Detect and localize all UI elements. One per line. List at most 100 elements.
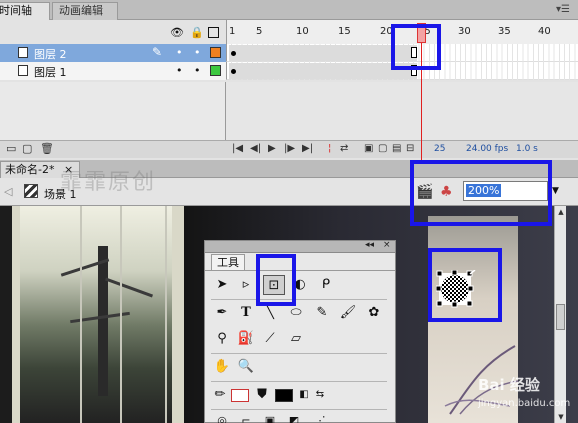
bone-tool-icon[interactable]: ⚲ <box>211 329 233 349</box>
layer-icon <box>18 47 28 58</box>
eraser-tool-icon[interactable]: ▱ <box>285 329 307 349</box>
visibility-dot[interactable]: • <box>176 46 183 59</box>
layer-row-1[interactable]: 图层 1 • • <box>0 62 226 80</box>
divider <box>211 299 387 300</box>
layer-row-2[interactable]: 图层 2 ✎ • • <box>0 44 226 62</box>
tab-motion-editor[interactable]: 动画编辑器 <box>52 2 118 33</box>
end-frame-marker[interactable] <box>411 47 417 58</box>
brush-tool-icon[interactable]: 🖌 <box>337 303 359 323</box>
eyedropper-tool-icon[interactable]: ⟋ <box>259 329 281 349</box>
document-tab-label: 未命名-2* <box>5 163 55 176</box>
zoom-value: 200% <box>466 184 502 197</box>
window-frame-line <box>80 206 82 423</box>
last-frame-button[interactable]: ▶| <box>302 143 313 154</box>
lock-dot[interactable]: • <box>194 46 201 59</box>
pen-tool-icon[interactable]: ✒ <box>211 303 233 323</box>
subselection-tool-icon[interactable]: ▹ <box>235 275 257 295</box>
visibility-dot[interactable]: • <box>176 64 183 77</box>
next-frame-button[interactable]: |▶ <box>284 143 295 154</box>
layer-name[interactable]: 图层 1 <box>34 64 67 80</box>
tools-panel: ◂◂ × 工具 ➤ ▹ ⊡ ◐ ᑭ ✒ T ╲ ⬭ ✎ 🖌 ✿ ⚲ ⛽ ⟋ ▱ … <box>204 240 396 423</box>
oval-tool-icon[interactable]: ⬭ <box>285 303 307 323</box>
layer-name[interactable]: 图层 2 <box>34 46 67 62</box>
layer-outline-color[interactable] <box>210 47 221 58</box>
selected-object[interactable] <box>436 270 476 308</box>
ruler-number: 35 <box>498 26 511 37</box>
onion-skin-icon[interactable]: ▣ <box>364 143 373 154</box>
text-tool-icon[interactable]: T <box>235 303 257 323</box>
pencil-icon: ✎ <box>152 45 163 59</box>
end-frame-marker[interactable] <box>411 65 417 76</box>
divider <box>211 409 387 410</box>
collapse-icon[interactable]: ◂◂ <box>365 240 374 250</box>
pencil-tool-icon[interactable]: ✎ <box>311 303 333 323</box>
scroll-down-icon[interactable]: ▼ <box>556 411 566 423</box>
tree-branch <box>104 277 154 298</box>
lock-icon[interactable]: 🔒 <box>190 26 204 39</box>
edit-bar: ◁ 场景 1 霏霏原创 🎬 ♣ 200% ▼ <box>0 170 578 206</box>
layer-1-frames[interactable] <box>226 62 578 80</box>
trash-icon[interactable]: 🗑 <box>40 142 54 155</box>
eye-icon[interactable]: 👁 <box>170 26 184 39</box>
keyframe-dot[interactable] <box>231 51 236 56</box>
deco-tool-icon[interactable]: ✿ <box>363 303 385 323</box>
scroll-up-icon[interactable]: ▲ <box>556 206 566 218</box>
frame-ruler[interactable]: 1 5 10 15 20 25 30 35 40 <box>226 20 578 44</box>
scrollbar-thumb[interactable] <box>556 304 565 330</box>
chevron-down-icon[interactable]: ▼ <box>552 186 559 196</box>
stroke-color-icon[interactable]: ✏ <box>209 385 231 405</box>
lasso-tool-icon[interactable]: ᑭ <box>315 275 337 295</box>
edit-scene-icon[interactable]: 🎬 <box>416 184 433 200</box>
scale-option-icon[interactable]: ◩ <box>283 411 305 423</box>
back-arrow-icon[interactable]: ◁ <box>4 185 12 198</box>
layer-outline-color[interactable] <box>210 65 221 76</box>
loop-icon[interactable]: ⇄ <box>340 143 348 154</box>
fps-value[interactable]: 24.00 fps <box>466 144 508 154</box>
tools-titlebar[interactable]: ◂◂ × <box>205 240 395 253</box>
current-frame-value: 25 <box>434 144 446 154</box>
tools-tab[interactable]: 工具 <box>211 254 245 270</box>
line-tool-icon[interactable]: ╲ <box>259 303 281 323</box>
stroke-color-swatch[interactable] <box>231 389 249 402</box>
watermark-text: 霏霏原创 <box>60 170 157 195</box>
play-button[interactable]: ▶ <box>268 143 276 154</box>
prev-frame-button[interactable]: ◀| <box>250 143 261 154</box>
scene-icon <box>24 184 38 198</box>
selection-tool-icon[interactable]: ➤ <box>211 275 233 295</box>
panel-menu-icon[interactable]: ▾☰ <box>556 4 570 15</box>
playhead[interactable] <box>417 23 426 43</box>
free-transform-tool-icon[interactable]: ⊡ <box>263 275 285 295</box>
fill-color-swatch[interactable] <box>275 389 293 402</box>
ruler-number: 10 <box>296 26 309 37</box>
center-frame-icon[interactable]: ¦ <box>328 143 331 154</box>
edit-symbol-icon[interactable]: ♣ <box>440 184 453 200</box>
zoom-tool-icon[interactable]: 🔍 <box>235 357 257 377</box>
object-drawing-icon[interactable]: ◎ <box>211 411 233 423</box>
snap-icon[interactable]: ⌐ <box>235 411 257 423</box>
vertical-scrollbar[interactable]: ▲ ▼ <box>554 206 566 423</box>
zoom-input[interactable]: 200% <box>463 181 548 201</box>
new-layer-icon[interactable]: ▭ <box>6 142 16 155</box>
ruler-number: 1 <box>229 26 236 37</box>
rotate-option-icon[interactable]: ▣ <box>259 411 281 423</box>
new-folder-icon[interactable]: ▢ <box>22 142 32 155</box>
lock-dot[interactable]: • <box>194 64 201 77</box>
edit-multiple-icon[interactable]: ▤ <box>392 143 401 154</box>
layer-2-frames[interactable] <box>226 44 578 62</box>
outline-icon[interactable] <box>208 27 219 38</box>
playhead-line <box>421 43 422 160</box>
first-frame-button[interactable]: |◀ <box>232 143 243 154</box>
distort-option-icon[interactable]: ⋰ <box>309 411 331 423</box>
ruler-number: 20 <box>380 26 393 37</box>
close-icon[interactable]: × <box>383 240 391 250</box>
3d-rotation-tool-icon[interactable]: ◐ <box>289 275 311 295</box>
swap-colors-icon[interactable]: ⇆ <box>309 385 331 405</box>
keyframe-dot[interactable] <box>231 69 236 74</box>
fill-color-icon[interactable]: ⛊ <box>251 385 273 405</box>
modify-markers-icon[interactable]: ⊟ <box>406 143 414 154</box>
paint-bucket-tool-icon[interactable]: ⛽ <box>235 329 257 349</box>
layer-empty-area <box>0 82 226 140</box>
hand-tool-icon[interactable]: ✋ <box>211 357 233 377</box>
onion-outline-icon[interactable]: ▢ <box>378 143 387 154</box>
tab-timeline[interactable]: 时间轴 <box>0 2 50 20</box>
